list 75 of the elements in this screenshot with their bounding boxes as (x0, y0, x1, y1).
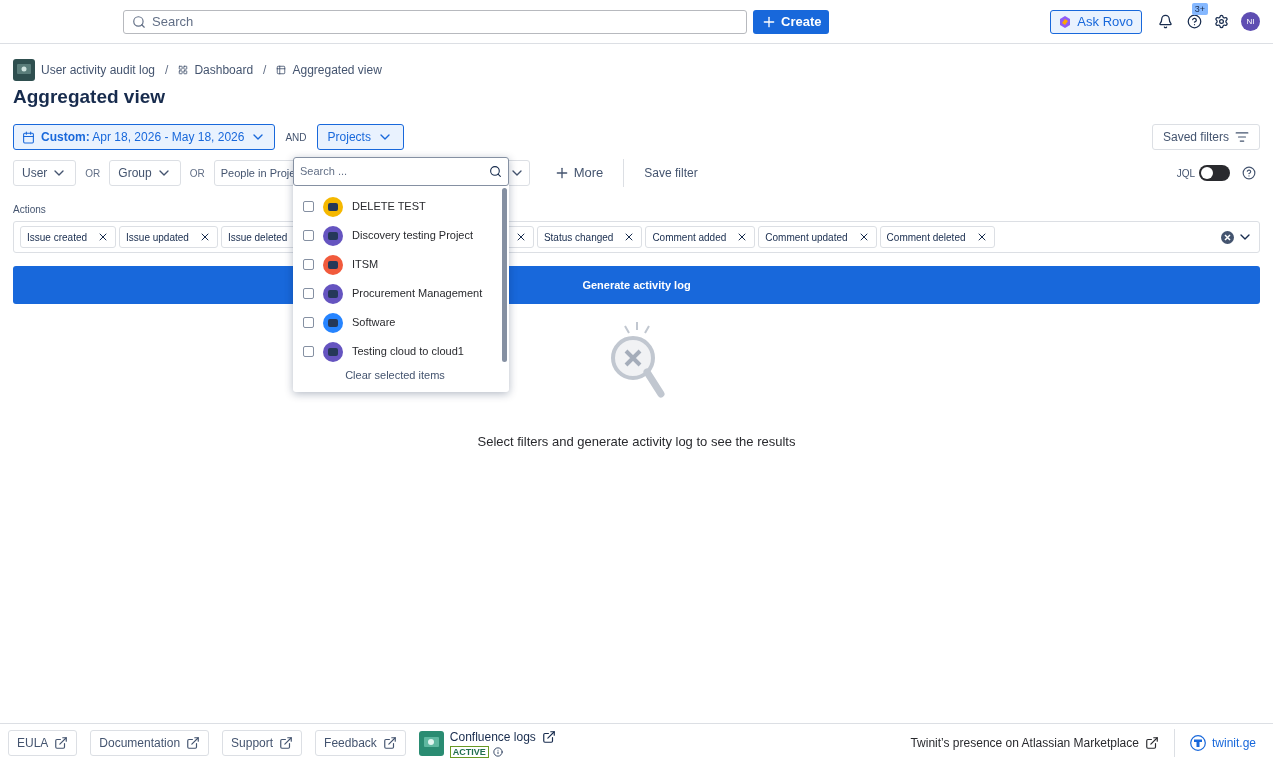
footer-link[interactable]: Support (222, 730, 303, 756)
breadcrumb-link[interactable]: User activity audit log (41, 61, 156, 79)
or-label: OR (188, 166, 206, 181)
project-option[interactable]: Testing cloud to cloud1 (293, 337, 509, 366)
notifications-icon[interactable] (1158, 14, 1173, 29)
breadcrumb-separator: / (262, 62, 268, 79)
saved-filters-button[interactable]: Saved filters (1151, 124, 1260, 150)
checkbox[interactable] (303, 259, 314, 270)
ask-rovo-button[interactable]: Ask Rovo (1050, 9, 1142, 34)
app-logo-icon (418, 730, 444, 756)
projects-filter[interactable]: Projects (316, 124, 404, 150)
search-icon (489, 165, 502, 178)
tag-label: Comment deleted (886, 230, 966, 245)
notification-badge: 3+ (1191, 3, 1208, 15)
settings-icon[interactable] (1214, 14, 1229, 29)
more-button[interactable]: More (545, 160, 612, 186)
tag-label: Comment updated (765, 230, 848, 245)
dashboard-icon (178, 65, 189, 75)
tag-label: Status changed (543, 230, 614, 245)
user-avatar[interactable]: NI (1241, 12, 1260, 31)
external-link-icon (186, 736, 201, 750)
calendar-icon (22, 130, 35, 144)
rovo-logo-icon (1059, 15, 1072, 28)
tag-label: Issue deleted (227, 230, 288, 245)
external-link-icon (1144, 736, 1159, 750)
footer-link[interactable]: Documentation (90, 730, 210, 756)
clear-selected-button[interactable]: Clear selected items (345, 367, 457, 384)
tag-label: Issue updated (126, 230, 189, 245)
checkbox[interactable] (303, 317, 314, 328)
marketplace-link[interactable]: Twinit’s presence on Atlassian Marketplace (910, 734, 1159, 752)
project-option[interactable]: Discovery testing Project (293, 221, 509, 250)
app-logo-icon (13, 59, 35, 81)
search-field[interactable]: Search (123, 9, 747, 34)
app-link[interactable]: Confluence logs (449, 728, 556, 746)
footer-link[interactable]: Feedback (315, 730, 406, 756)
dropdown-search-field[interactable]: Search ... (293, 157, 509, 186)
date-range-filter[interactable]: Custom: Apr 18, 2026 - May 18, 2026 (13, 124, 276, 150)
or-label: OR (84, 166, 102, 181)
checkbox[interactable] (303, 201, 314, 212)
jql-label: JQL (1176, 166, 1195, 181)
twinit-logo-icon (1189, 735, 1206, 751)
checkbox[interactable] (303, 288, 314, 299)
tag-label: Issue created (27, 230, 88, 245)
filter-dropdown[interactable]: User (13, 160, 77, 186)
checkbox[interactable] (303, 346, 314, 357)
help-icon[interactable] (1187, 14, 1202, 29)
external-link-icon (541, 730, 556, 744)
external-link-icon (279, 736, 294, 750)
create-button[interactable]: Create (753, 9, 830, 34)
breadcrumb-link[interactable]: Dashboard (194, 61, 254, 79)
checkbox[interactable] (303, 230, 314, 241)
info-icon[interactable] (492, 747, 503, 757)
status-lozenge: ACTIVE (449, 746, 489, 758)
project-option[interactable]: DELETE TEST (293, 192, 509, 221)
actions-label: Actions (13, 203, 46, 217)
project-option[interactable]: Software (293, 308, 509, 337)
and-label: AND (284, 130, 308, 145)
empty-state-message: Select filters and generate activity log to see the results (477, 433, 796, 451)
footer-link[interactable]: EULA (8, 730, 78, 756)
external-link-icon (54, 736, 69, 750)
help-icon[interactable] (1242, 166, 1256, 180)
filter-icon (1235, 130, 1249, 144)
breadcrumb-separator: / (164, 62, 170, 79)
breadcrumb-link[interactable]: Aggregated view (292, 61, 382, 79)
filter-dropdown[interactable]: Group (109, 160, 181, 186)
tag-label: Comment added (652, 230, 727, 245)
external-link-icon (382, 736, 397, 750)
table-icon (276, 65, 287, 75)
save-filter-button[interactable]: Save filter (636, 160, 706, 186)
page-title: Aggregated view (13, 85, 167, 109)
website-link[interactable]: twinit.ge (1211, 734, 1256, 752)
search-icon (132, 14, 146, 29)
scrollbar[interactable] (502, 188, 507, 362)
jql-toggle[interactable] (1199, 165, 1230, 181)
clear-icon[interactable] (1221, 230, 1234, 244)
